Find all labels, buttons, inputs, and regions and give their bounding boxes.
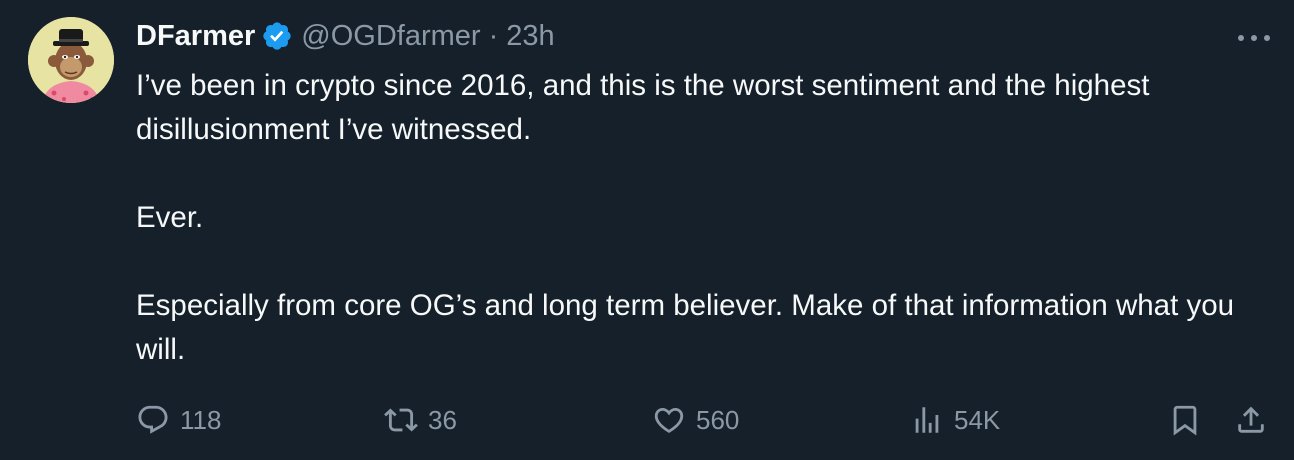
header-separator: · xyxy=(488,19,499,52)
author-handle[interactable]: @OGDfarmer xyxy=(301,20,480,53)
retweet-icon xyxy=(384,408,418,432)
retweet-button[interactable]: 36 xyxy=(384,398,457,442)
retweet-count: 36 xyxy=(428,404,457,435)
like-count: 560 xyxy=(696,404,740,435)
verified-badge-icon[interactable] xyxy=(261,20,293,52)
tweet-line: I’ve been in crypto since 2016, and this… xyxy=(136,69,1150,146)
reply-count: 118 xyxy=(180,404,222,435)
heart-icon xyxy=(654,407,684,433)
ape-avatar-icon xyxy=(28,17,114,103)
more-icon[interactable] xyxy=(1238,22,1270,54)
views-button[interactable]: 54K xyxy=(910,398,1000,442)
tweet-text: I’ve been in crypto since 2016, and this… xyxy=(136,64,1266,372)
reply-button[interactable]: 118 xyxy=(136,398,221,442)
tweet-card[interactable]: DFarmer @OGDfarmer · 23h I’ve been in cr… xyxy=(0,0,1294,460)
tweet-line: Especially from core OG’s and long term … xyxy=(136,289,1235,366)
tweet-line: Ever. xyxy=(136,201,204,234)
tweet-header: DFarmer @OGDfarmer · 23h xyxy=(136,16,555,56)
author-display-name[interactable]: DFarmer xyxy=(136,20,255,53)
bookmark-icon xyxy=(1173,405,1197,436)
tweet-timestamp[interactable]: 23h xyxy=(506,20,554,53)
tweet-actions: 118 36 560 54K xyxy=(0,398,1294,442)
bookmark-button[interactable] xyxy=(1168,398,1202,442)
views-count: 54K xyxy=(954,404,1001,435)
share-icon xyxy=(1238,406,1264,433)
reply-icon xyxy=(138,405,168,434)
avatar[interactable] xyxy=(28,17,114,103)
like-button[interactable]: 560 xyxy=(652,398,739,442)
share-button[interactable] xyxy=(1234,398,1268,442)
views-icon xyxy=(915,407,939,433)
